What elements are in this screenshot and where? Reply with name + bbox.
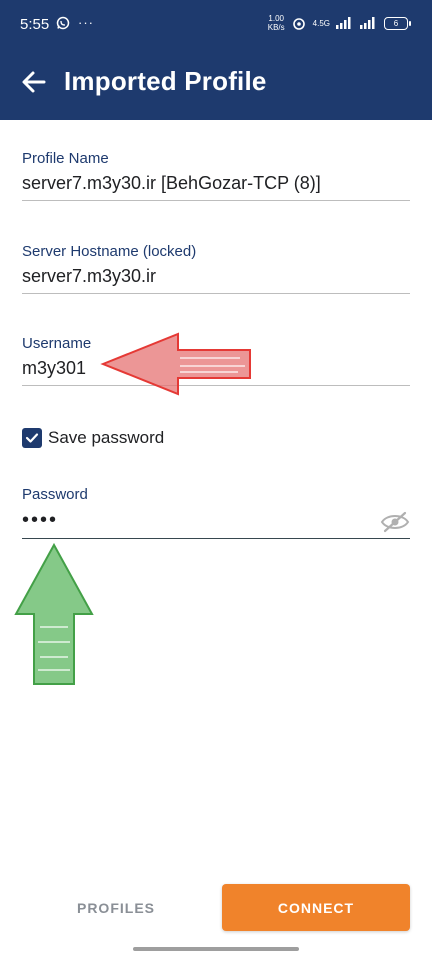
back-arrow-icon [22,71,46,93]
page-title: Imported Profile [64,66,267,96]
red-arrow-annotation [100,332,251,396]
save-password-label: Save password [48,428,165,447]
net-speed: 1.00 KB/s [267,14,285,32]
profile-name-input[interactable]: server7.m3y30.ir [BehGozar-TCP (8)] [22,167,410,201]
profile-name-field[interactable]: Profile Name server7.m3y30.ir [BehGozar-… [22,150,410,201]
signal-icon [360,17,375,29]
home-indicator[interactable] [133,947,299,951]
green-arrow-annotation [14,542,94,685]
app-bar: Imported Profile [0,52,432,120]
hostname-input: server7.m3y30.ir [22,260,410,294]
connect-button[interactable]: CONNECT [222,884,410,931]
profile-name-label: Profile Name [22,150,109,167]
battery-icon: 6 [384,16,411,30]
whatsapp-icon [56,16,70,29]
status-bar: 5:55 ··· 1.00 KB/s 4.5G 6 [0,0,432,52]
eye-off-icon[interactable] [380,511,410,533]
checkbox-box[interactable] [22,428,42,448]
password-label: Password [22,486,88,503]
profiles-button[interactable]: PROFILES [60,885,172,931]
check-icon [25,433,39,443]
password-field[interactable]: Password •••• [22,486,410,539]
net-type: 4.5G [312,18,330,28]
hostname-field: Server Hostname (locked) server7.m3y30.i… [22,243,410,294]
back-button[interactable] [18,66,50,98]
status-more: ··· [78,15,94,30]
signal-icon [336,17,351,29]
save-password-checkbox[interactable]: Save password [22,428,164,448]
status-time: 5:55 [20,16,50,33]
password-input[interactable]: •••• [22,503,410,539]
wifi-icon [292,18,305,30]
hostname-label: Server Hostname (locked) [22,243,197,260]
